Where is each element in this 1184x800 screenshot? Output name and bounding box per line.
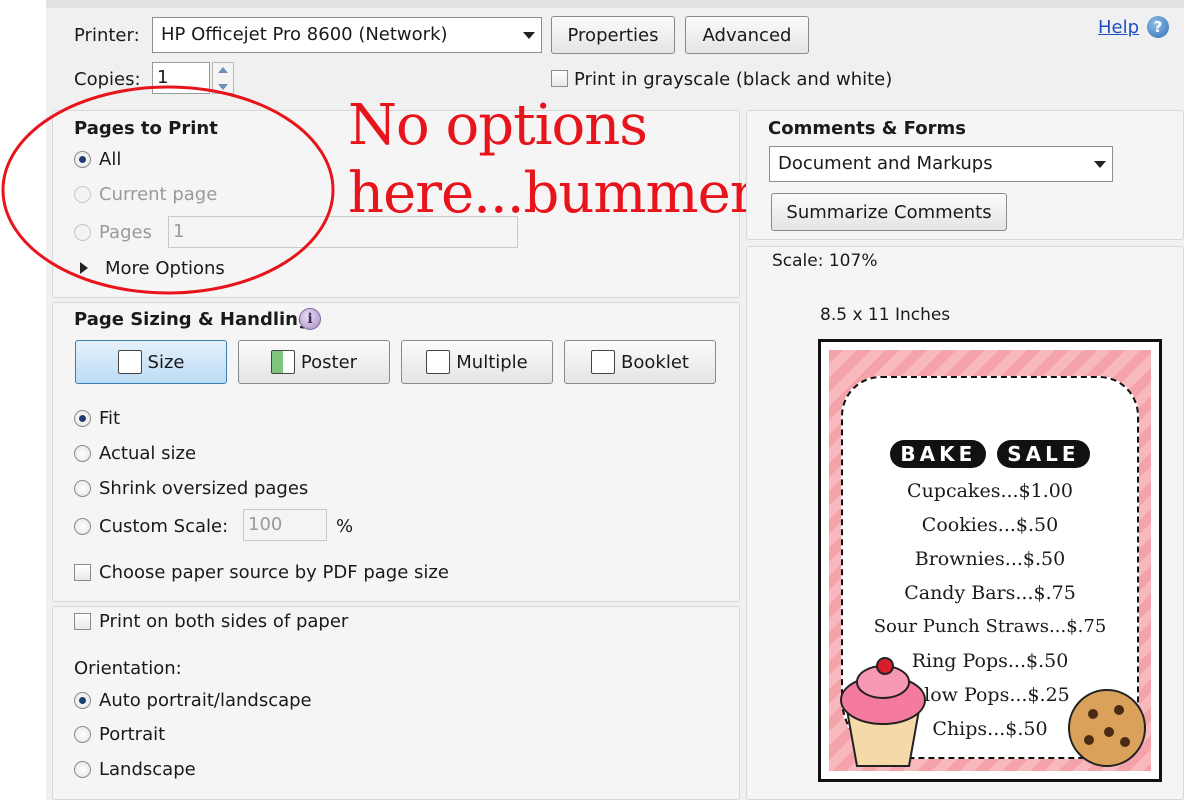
paper-source-label: Choose paper source by PDF page size: [99, 562, 449, 583]
grayscale-checkbox[interactable]: [551, 70, 568, 87]
booklet-button[interactable]: Booklet: [564, 340, 716, 384]
orientation-label: Orientation:: [74, 658, 182, 679]
portrait-label: Portrait: [99, 724, 166, 745]
help-link[interactable]: Help: [1098, 17, 1139, 38]
printer-dropdown-value: HP Officejet Pro 8600 (Network): [161, 24, 448, 45]
cookie-illustration: [1068, 689, 1146, 767]
help-icon[interactable]: ?: [1147, 16, 1169, 38]
page-sizing-title: Page Sizing & Handling: [74, 309, 311, 330]
booklet-button-label: Booklet: [621, 351, 689, 373]
custom-scale-input[interactable]: 100: [243, 509, 327, 541]
poster-button[interactable]: Poster: [238, 340, 390, 384]
chevron-up-icon[interactable]: [218, 67, 228, 73]
summarize-comments-button[interactable]: Summarize Comments: [771, 193, 1007, 231]
portrait-radio[interactable]: [74, 726, 91, 743]
flyer-title-word-1: BAKE: [890, 440, 987, 468]
flyer-item: Sour Punch Straws...$.75: [873, 616, 1107, 637]
multiple-button[interactable]: Multiple: [401, 340, 553, 384]
annotation-line-1: No options: [348, 93, 648, 158]
custom-scale-label: Custom Scale:: [99, 516, 229, 537]
flyer-title-word-2: SALE: [997, 440, 1090, 468]
cupcake-illustration: [840, 657, 926, 767]
multiple-button-label: Multiple: [456, 351, 528, 373]
custom-scale-radio[interactable]: [74, 518, 91, 535]
paper-size-label: 8.5 x 11 Inches: [820, 305, 951, 325]
advanced-button[interactable]: Advanced: [685, 16, 809, 54]
multiple-pages-icon: [426, 350, 451, 374]
annotation-circle: [1, 85, 335, 295]
booklet-icon: [591, 350, 616, 374]
scale-label: Scale: 107%: [772, 251, 878, 271]
annotation-line-2: here...bummer!: [348, 161, 778, 226]
chevron-down-icon: [1088, 147, 1112, 181]
shrink-oversized-label: Shrink oversized pages: [99, 478, 309, 499]
actual-size-label: Actual size: [99, 443, 197, 464]
flyer-background: BAKE SALE Cupcakes...$1.00 Cookies...$.5…: [829, 350, 1151, 771]
flyer-item: Candy Bars...$.75: [904, 582, 1076, 604]
paper-source-checkbox[interactable]: [74, 564, 91, 581]
grayscale-label: Print in grayscale (black and white): [574, 69, 893, 90]
comments-forms-value: Document and Markups: [778, 153, 993, 174]
size-button-label: Size: [147, 351, 185, 373]
fit-radio[interactable]: [74, 410, 91, 427]
page-preview: BAKE SALE Cupcakes...$1.00 Cookies...$.5…: [818, 339, 1162, 782]
poster-button-label: Poster: [300, 351, 358, 373]
printer-label: Printer:: [74, 25, 140, 46]
comments-forms-title: Comments & Forms: [768, 118, 966, 139]
both-sides-checkbox[interactable]: [74, 613, 91, 630]
auto-orientation-label: Auto portrait/landscape: [99, 690, 312, 711]
actual-size-radio[interactable]: [74, 445, 91, 462]
percent-label: %: [336, 516, 354, 537]
window-top-edge: [46, 0, 1184, 8]
flyer-item: Cupcakes...$1.00: [907, 480, 1073, 502]
fit-label: Fit: [99, 408, 121, 429]
landscape-label: Landscape: [99, 759, 196, 780]
poster-icon: [270, 350, 295, 374]
flyer-title: BAKE SALE: [843, 440, 1137, 468]
chevron-down-icon: [517, 18, 541, 52]
flyer-item: Brownies...$.50: [914, 548, 1066, 570]
both-sides-label: Print on both sides of paper: [99, 611, 349, 632]
properties-button[interactable]: Properties: [551, 16, 675, 54]
info-icon[interactable]: i: [299, 308, 321, 330]
comments-forms-dropdown[interactable]: Document and Markups: [769, 146, 1113, 182]
size-button[interactable]: Size: [75, 340, 227, 384]
flyer-item: Cookies...$.50: [921, 514, 1059, 536]
printer-dropdown[interactable]: HP Officejet Pro 8600 (Network): [152, 17, 542, 53]
shrink-oversized-radio[interactable]: [74, 480, 91, 497]
size-icon: [117, 350, 142, 374]
auto-orientation-radio[interactable]: [74, 692, 91, 709]
landscape-radio[interactable]: [74, 761, 91, 778]
